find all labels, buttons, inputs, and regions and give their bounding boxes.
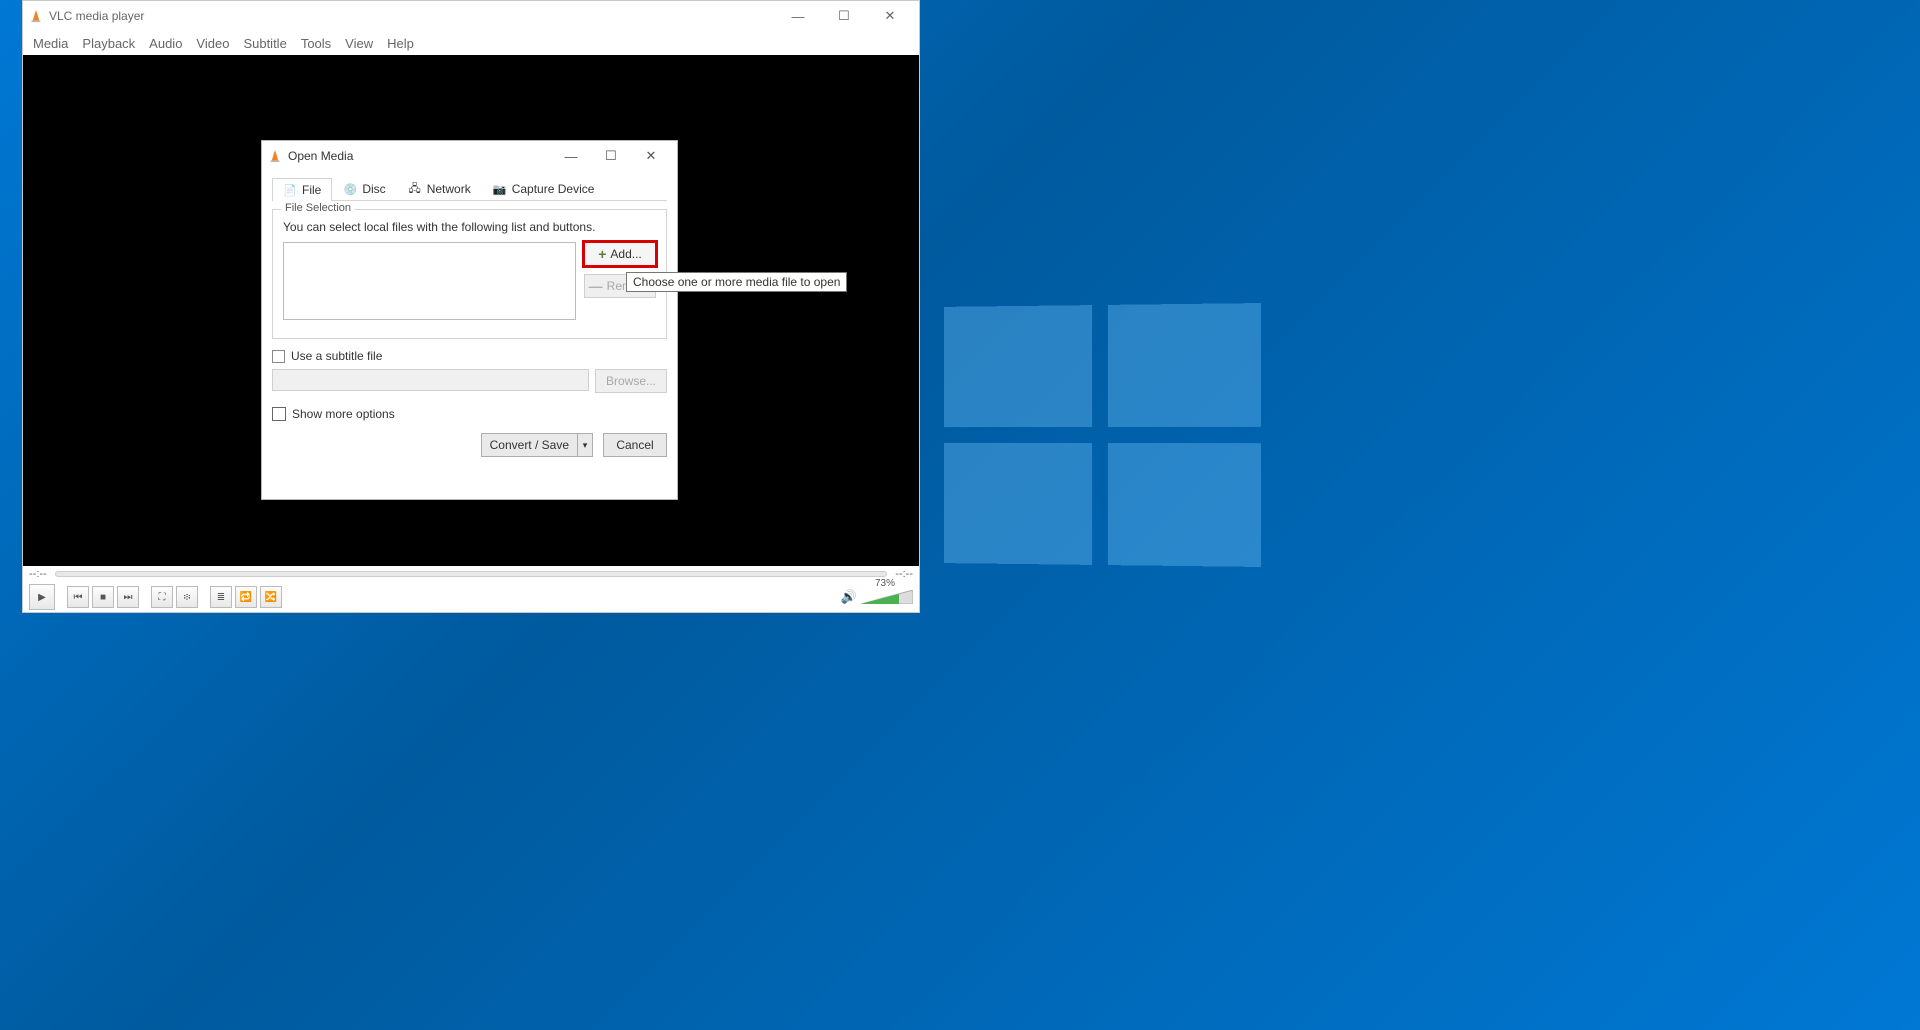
close-button[interactable]: ✕ — [867, 1, 913, 31]
volume-percent: 73% — [875, 578, 895, 589]
menu-video[interactable]: Video — [196, 36, 229, 51]
menu-audio[interactable]: Audio — [149, 36, 182, 51]
plus-icon: + — [598, 247, 606, 261]
tab-network[interactable]: 🖧 Network — [397, 177, 482, 200]
menu-help[interactable]: Help — [387, 36, 414, 51]
open-media-tabs: 📄 File 💿 Disc 🖧 Network 📷 Capture Device — [272, 177, 667, 201]
vlc-menubar: Media Playback Audio Video Subtitle Tool… — [23, 31, 919, 55]
convert-save-splitbutton[interactable]: Convert / Save ▾ — [481, 433, 593, 457]
prev-button[interactable]: ⏮ — [67, 586, 89, 608]
time-total: --:-- — [895, 568, 913, 580]
dialog-minimize-button[interactable]: — — [551, 142, 591, 170]
tab-label: File — [302, 183, 321, 197]
subtitle-path-input — [272, 369, 589, 391]
dialog-close-button[interactable]: ✕ — [631, 142, 671, 170]
windows-logo-icon — [944, 303, 1261, 567]
seek-bar[interactable] — [55, 571, 888, 577]
minus-icon: — — [589, 279, 603, 293]
stop-button[interactable]: ■ — [92, 586, 114, 608]
shuffle-button[interactable]: 🔀 — [260, 586, 282, 608]
fullscreen-button[interactable]: ⛶ — [151, 586, 173, 608]
more-options-label: Show more options — [292, 407, 395, 421]
tab-capture[interactable]: 📷 Capture Device — [482, 177, 606, 200]
group-label: File Selection — [281, 202, 355, 214]
subtitle-checkbox[interactable] — [272, 350, 285, 363]
more-options-checkbox[interactable] — [272, 407, 286, 421]
menu-media[interactable]: Media — [33, 36, 68, 51]
play-button[interactable]: ▶ — [29, 584, 55, 610]
tab-label: Network — [427, 182, 471, 196]
menu-tools[interactable]: Tools — [301, 36, 331, 51]
add-button-tooltip: Choose one or more media file to open — [626, 272, 847, 292]
convert-save-dropdown[interactable]: ▾ — [577, 433, 593, 457]
loop-button[interactable]: 🔁 — [235, 586, 257, 608]
menu-view[interactable]: View — [345, 36, 373, 51]
dialog-titlebar[interactable]: Open Media — ☐ ✕ — [262, 141, 677, 171]
menu-subtitle[interactable]: Subtitle — [243, 36, 286, 51]
file-icon: 📄 — [283, 183, 297, 197]
speaker-icon[interactable]: 🔊 — [841, 589, 857, 605]
tab-disc[interactable]: 💿 Disc — [332, 177, 396, 200]
add-button[interactable]: + Add... — [584, 242, 656, 266]
playlist-button[interactable]: ≣ — [210, 586, 232, 608]
maximize-button[interactable]: ☐ — [821, 1, 867, 31]
file-selection-hint: You can select local files with the foll… — [283, 220, 656, 234]
convert-save-button[interactable]: Convert / Save — [481, 433, 577, 457]
tab-file[interactable]: 📄 File — [272, 178, 332, 201]
next-button[interactable]: ⏭ — [117, 586, 139, 608]
menu-playback[interactable]: Playback — [82, 36, 135, 51]
vlc-titlebar[interactable]: VLC media player — ☐ ✕ — [23, 1, 919, 31]
vlc-title-text: VLC media player — [49, 9, 144, 23]
vlc-cone-icon — [268, 149, 282, 163]
file-selection-group: File Selection You can select local file… — [272, 209, 667, 339]
add-label: Add... — [610, 247, 641, 261]
browse-label: Browse... — [606, 374, 656, 388]
disc-icon: 💿 — [343, 182, 357, 196]
file-list[interactable] — [283, 242, 576, 320]
cancel-button[interactable]: Cancel — [603, 433, 667, 457]
minimize-button[interactable]: — — [775, 1, 821, 31]
cancel-label: Cancel — [616, 438, 653, 452]
subtitle-label: Use a subtitle file — [291, 349, 382, 363]
capture-icon: 📷 — [493, 182, 507, 196]
vlc-controls: ▶ ⏮ ■ ⏭ ⛶ ፨ ≣ 🔁 🔀 🔊 73% — [23, 582, 919, 612]
volume-slider[interactable]: 73% — [861, 590, 913, 604]
dialog-title: Open Media — [288, 149, 353, 163]
tab-label: Disc — [362, 182, 385, 196]
dialog-maximize-button[interactable]: ☐ — [591, 142, 631, 170]
convert-save-label: Convert / Save — [490, 438, 569, 452]
time-elapsed: --:-- — [29, 568, 47, 580]
vlc-cone-icon — [29, 9, 43, 23]
open-media-dialog: Open Media — ☐ ✕ 📄 File 💿 Disc 🖧 Network… — [261, 140, 678, 500]
browse-button: Browse... — [595, 369, 667, 393]
tab-label: Capture Device — [512, 182, 595, 196]
ext-settings-button[interactable]: ፨ — [176, 586, 198, 608]
network-icon: 🖧 — [408, 182, 422, 196]
